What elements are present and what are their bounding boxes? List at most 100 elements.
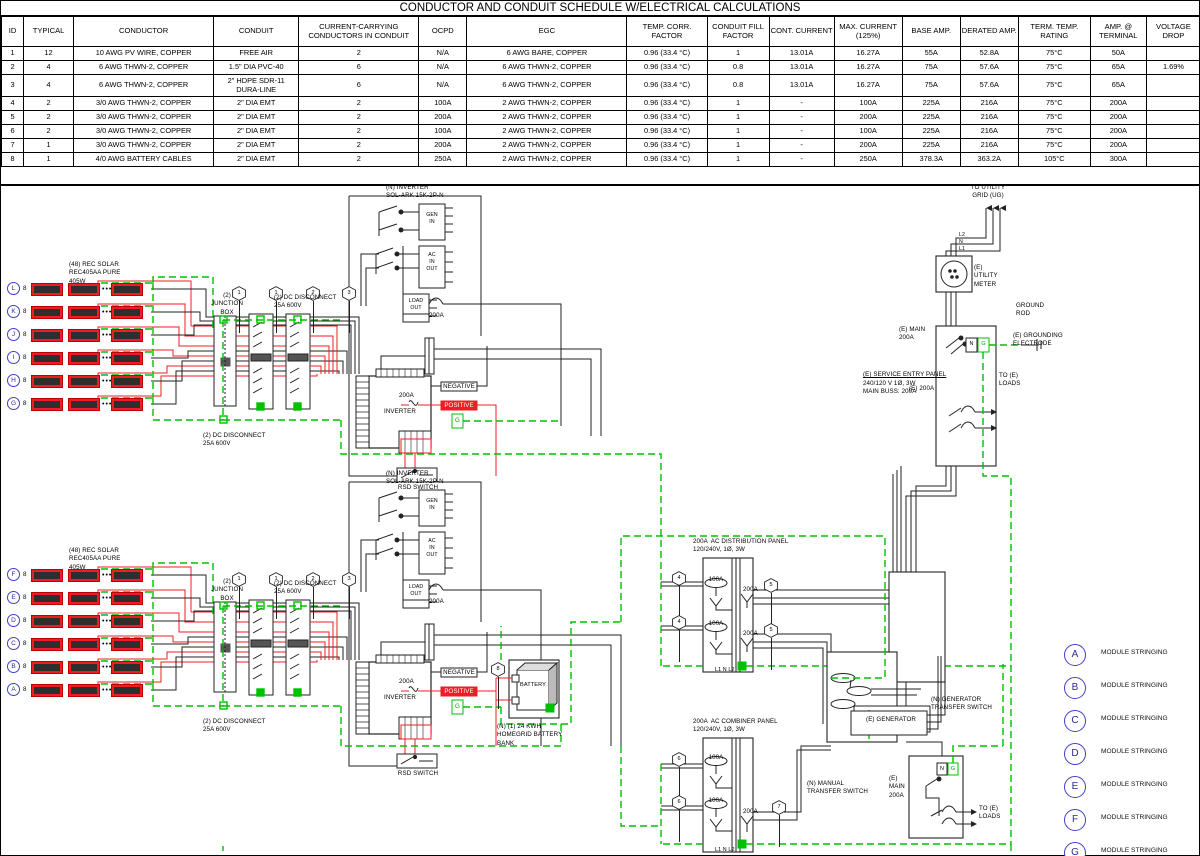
- string-tag-g[interactable]: G: [7, 397, 20, 410]
- array-bottom-title: (48) REC SOLAR REC405AA PURE 405W: [69, 547, 121, 571]
- circuit-tag-6b[interactable]: 6: [672, 795, 686, 810]
- legend-item[interactable]: F MODULE STRINGING: [1056, 806, 1200, 839]
- pv-module-cells: [71, 664, 97, 671]
- col-max-current: MAX. CURRENT (125%): [833, 16, 903, 47]
- circuit-tag-4a[interactable]: 4: [672, 571, 686, 586]
- cell-vdrop: [1145, 138, 1200, 153]
- cell-typical: 4: [23, 60, 75, 75]
- ground-bus-loads: G: [950, 766, 956, 772]
- cell-ampterm: 300A: [1089, 152, 1147, 167]
- battery-block-label: BATTERY: [520, 682, 546, 688]
- legend-item[interactable]: G MODULE STRINGING: [1056, 839, 1200, 856]
- module-continuation-dots: •••: [102, 401, 113, 408]
- table-row: 8 1 4/0 AWG BATTERY CABLES 2" DIA EMT 2 250A 2…: [0, 152, 1200, 167]
- cell-cont: -: [768, 124, 835, 139]
- cell-max: 250A: [833, 152, 903, 167]
- pv-module: [111, 306, 143, 319]
- string-tag-c[interactable]: C: [7, 637, 20, 650]
- legend-item[interactable]: B MODULE STRINGING: [1056, 674, 1200, 707]
- string-tag-j[interactable]: J: [7, 328, 20, 341]
- pv-module-cells: [114, 332, 140, 339]
- col-cont-current: CONT. CURRENT: [768, 16, 835, 47]
- string-tag-f[interactable]: F: [7, 568, 20, 581]
- legend-item-label: MODULE STRINGING: [1101, 781, 1168, 788]
- legend-item[interactable]: E MODULE STRINGING: [1056, 773, 1200, 806]
- cell-base: 55A: [901, 46, 961, 61]
- cell-cff: 1: [706, 110, 770, 125]
- cell-cont: 13.01A: [768, 60, 835, 75]
- col-conductor: CONDUCTOR: [73, 16, 215, 47]
- circuit-tag-3-bot[interactable]: 3: [342, 572, 356, 587]
- circuit-tag-5a[interactable]: 5: [764, 578, 778, 593]
- col-amp-at-terminal: AMP. @ TERMINAL: [1089, 16, 1147, 47]
- string-tag-h[interactable]: H: [7, 374, 20, 387]
- string-module-count: 8: [23, 663, 27, 670]
- cell-ocpd: 100A: [418, 124, 468, 139]
- inverter-top-label: (N) INVERTER SOL-ARK 15K-2P-N: [386, 184, 444, 200]
- string-tag-d[interactable]: D: [7, 614, 20, 627]
- legend-item[interactable]: A MODULE STRINGING: [1056, 641, 1200, 674]
- phase-n-label: N: [959, 239, 963, 245]
- negative-label-top: NEGATIVE: [443, 383, 475, 390]
- cell-cff: 1: [706, 138, 770, 153]
- table-row: 346 AWG THWN-2, COPPER 2" HDPE SDR-11 DUR…: [0, 74, 1200, 97]
- pv-module: [31, 306, 63, 319]
- l1-n-l2-comb: L1 N L2: [715, 847, 735, 853]
- cell-tcf: 0.96 (33.4 °C): [626, 60, 708, 75]
- table-row: 1 12 10 AWG PV WIRE, COPPER FREE AIR 2 N/A 6 A…: [0, 46, 1200, 61]
- pv-module-cells: [71, 572, 97, 579]
- cell-ampterm: 200A: [1089, 138, 1147, 153]
- circuit-tag-number: 6: [677, 755, 681, 762]
- cell-conduit: FREE AIR: [213, 46, 300, 61]
- circuit-tag-3-top[interactable]: 3: [342, 286, 356, 301]
- cell-base: 225A: [901, 124, 961, 139]
- col-voltage-drop: VOLTAGE DROP: [1145, 16, 1200, 47]
- string-tag-a[interactable]: A: [7, 683, 20, 696]
- cell-ocpd: 200A: [418, 138, 468, 153]
- pv-module-cells: [34, 572, 60, 579]
- cell-ccc: 6: [298, 74, 420, 97]
- circuit-tag-5b[interactable]: 5: [764, 623, 778, 638]
- string-tag-k[interactable]: K: [7, 305, 20, 318]
- cell-derated: 363.2A: [959, 152, 1019, 167]
- circuit-tag-6a[interactable]: 6: [672, 752, 686, 767]
- dc-disconnect-top-b-label: (2) DC DISCONNECT 25A 600V: [203, 432, 266, 448]
- string-tag-l[interactable]: L: [7, 282, 20, 295]
- cell-term: 75°C: [1017, 74, 1091, 97]
- main-loads-panel: [906, 741, 1003, 839]
- col-ocpd: OCPD: [418, 16, 468, 47]
- pv-module: [68, 306, 100, 319]
- string-tag-i[interactable]: I: [7, 351, 20, 364]
- circuit-tag-8[interactable]: 8: [491, 662, 505, 677]
- circuit-tag-number: 3: [347, 289, 351, 296]
- cell-base: 225A: [901, 138, 961, 153]
- legend-item[interactable]: D MODULE STRINGING: [1056, 740, 1200, 773]
- cell-cont: -: [768, 138, 835, 153]
- legend-item-label: MODULE STRINGING: [1101, 814, 1168, 821]
- circuit-tag-7[interactable]: 7: [772, 800, 786, 815]
- cell-derated: 52.8A: [959, 46, 1019, 61]
- to-utility-grid-label: TO UTILITY GRID (UG): [970, 184, 1006, 200]
- phase-l2-label: L2: [959, 232, 965, 238]
- junction-box-top-label: (2) JUNCTION BOX: [210, 292, 244, 316]
- breaker-100a-dist-2: 100A: [708, 620, 724, 627]
- string-module-count: 8: [23, 571, 27, 578]
- cell-conductor: 6 AWG THWN-2, COPPER: [73, 60, 215, 75]
- cell-cff: 1: [706, 96, 770, 111]
- cell-cont: -: [768, 110, 835, 125]
- cell-typical: 1: [23, 152, 75, 167]
- ground-bus-top: G: [455, 417, 460, 424]
- pv-module: [31, 329, 63, 342]
- cell-tcf: 0.96 (33.4 °C): [626, 46, 708, 61]
- pv-module-cells: [34, 309, 60, 316]
- string-tag-b[interactable]: B: [7, 660, 20, 673]
- module-continuation-dots: •••: [102, 641, 113, 648]
- breaker-100a-comb-1: 100A: [708, 754, 724, 761]
- legend-item[interactable]: C MODULE STRINGING: [1056, 707, 1200, 740]
- load-out-label-top: LOAD OUT: [408, 298, 424, 312]
- cell-cont: -: [768, 152, 835, 167]
- circuit-tag-leader: [497, 677, 499, 709]
- table-row: 7 1 3/0 AWG THWN-2, COPPER 2" DIA EMT 2 200A 2…: [0, 138, 1200, 153]
- circuit-tag-4b[interactable]: 4: [672, 615, 686, 630]
- string-tag-e[interactable]: E: [7, 591, 20, 604]
